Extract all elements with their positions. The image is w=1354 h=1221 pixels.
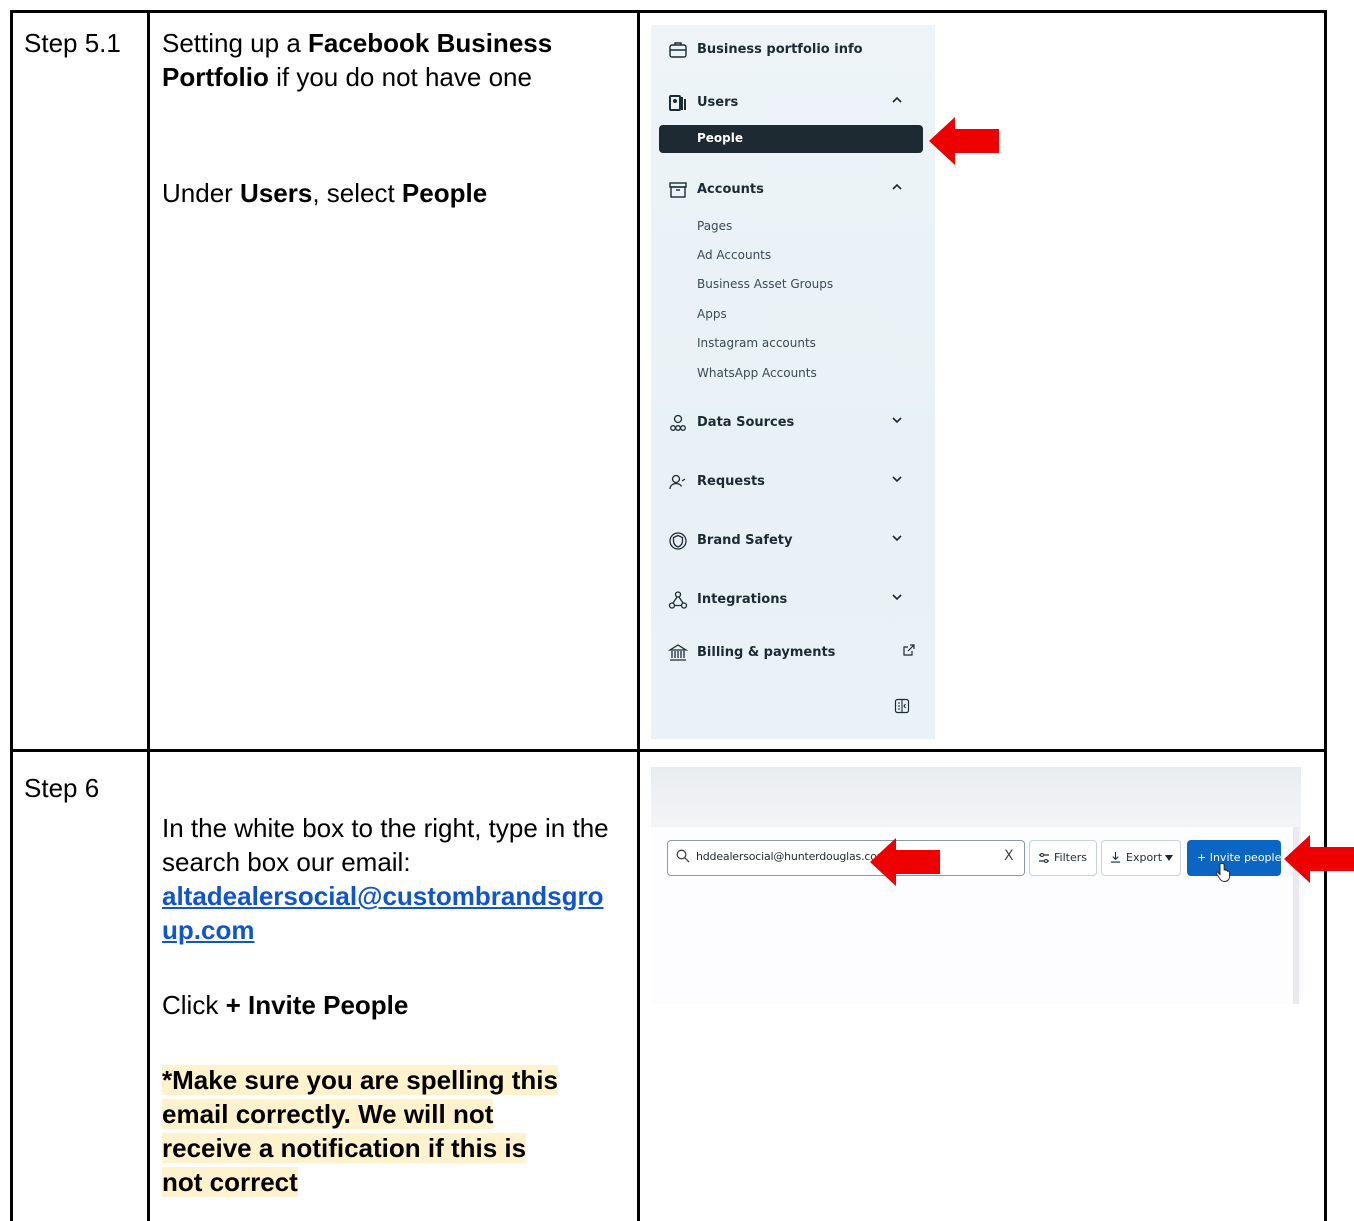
step-instruction-text: In the white box to the right, type in t… [162,813,609,877]
email-link-line-1[interactable]: altadealersocial@custombrandsgro [162,881,604,911]
search-input-value: hddealersocial@hunterdouglas.com [696,850,888,863]
table-border-right [1324,10,1327,1221]
collapse-sidebar-icon[interactable] [894,698,910,714]
business-settings-sidebar-screenshot: Business portfolio info Users People Acc… [651,25,935,739]
warning-line: not correct [162,1167,298,1197]
sidebar-item-label: Data Sources [697,415,795,430]
sidebar-item-label: Integrations [697,592,788,607]
clear-search-button[interactable]: X [1004,848,1014,864]
sidebar-item-people[interactable]: People [659,125,923,153]
red-arrow-icon [929,117,999,165]
export-button-label: Export [1126,851,1163,864]
external-link-icon [903,644,915,656]
briefcase-icon [669,42,687,58]
integrations-icon [668,591,688,609]
step-label: Step 6 [24,773,100,803]
table-column-divider-2 [637,10,640,1221]
person-request-icon [669,474,686,490]
chevron-up-icon [892,96,902,103]
sidebar-item-accounts[interactable]: Accounts [651,175,935,205]
sidebar-item-label: Users [697,95,739,110]
filters-button-label: Filters [1054,851,1087,864]
email-link[interactable]: altadealersocial@custombrandsgro up.com [162,879,632,947]
sidebar-item-data-sources[interactable]: Data Sources [651,408,935,438]
step-instruction-text: Under Users, select People [162,178,488,208]
sidebar-item-label: Brand Safety [697,533,793,548]
sidebar-item-label: Business portfolio info [697,42,863,57]
chevron-down-icon [892,594,902,601]
warning-note: *Make sure you are spelling this email c… [162,1063,632,1199]
data-sources-icon [670,414,686,431]
sidebar-item-requests[interactable]: Requests [651,467,935,497]
sidebar-subitem-pages[interactable]: Pages [697,219,732,233]
invite-people-button[interactable]: + Invite people [1187,840,1281,876]
table-row-divider [10,749,1326,752]
download-icon [1110,852,1121,863]
caret-down-icon [1165,855,1173,861]
sidebar-item-label: Requests [697,474,765,489]
table-border-left [10,10,13,1221]
red-arrow-icon [870,838,940,886]
sidebar-subitem-instagram-accounts[interactable]: Instagram accounts [697,336,816,350]
filters-button[interactable]: Filters [1029,840,1097,876]
sidebar-subitem-whatsapp-accounts[interactable]: WhatsApp Accounts [697,366,817,380]
sidebar-item-brand-safety[interactable]: Brand Safety [651,526,935,556]
users-icon [669,95,686,111]
export-button[interactable]: Export [1101,840,1181,876]
sidebar-item-label: People [697,131,744,145]
sidebar-item-billing-payments[interactable]: Billing & payments [651,638,935,668]
sidebar-subitem-business-asset-groups[interactable]: Business Asset Groups [697,277,833,291]
warning-line: email correctly. We will not [162,1099,494,1129]
email-link-line-2[interactable]: up.com [162,915,254,945]
invite-people-button-label: + Invite people [1197,851,1282,864]
table-border-top [10,10,1326,13]
chevron-up-icon [892,183,902,190]
red-arrow-icon [1284,835,1354,883]
shield-icon [669,532,687,550]
sidebar-item-label: Accounts [697,182,764,197]
table-column-divider-1 [147,10,150,1221]
search-input[interactable]: hddealersocial@hunterdouglas.com X [667,840,1025,876]
sidebar-item-label: Billing & payments [697,645,836,660]
sidebar-subitem-ad-accounts[interactable]: Ad Accounts [697,248,771,262]
filters-icon [1039,853,1049,863]
sidebar-item-users[interactable]: Users [651,88,935,118]
people-toolbar-screenshot: hddealersocial@hunterdouglas.com X Filte… [651,767,1301,1004]
hand-cursor-icon [1215,863,1230,882]
sidebar-item-business-portfolio-info[interactable]: Business portfolio info [651,35,935,65]
bank-icon [668,644,688,661]
warning-line: receive a notification if this is [162,1133,527,1163]
warning-line: *Make sure you are spelling this [162,1065,558,1095]
step-label: Step 5.1 [24,28,121,58]
chevron-down-icon [892,417,902,424]
sidebar-subitem-apps[interactable]: Apps [697,307,727,321]
chevron-down-icon [892,476,902,483]
step-intro-text: Setting up a Facebook Business Portfolio… [162,28,553,92]
sidebar-item-integrations[interactable]: Integrations [651,585,935,615]
search-icon [676,849,690,863]
chevron-down-icon [892,535,902,542]
archive-box-icon [669,182,687,198]
click-instruction-text: Click + Invite People [162,990,409,1020]
